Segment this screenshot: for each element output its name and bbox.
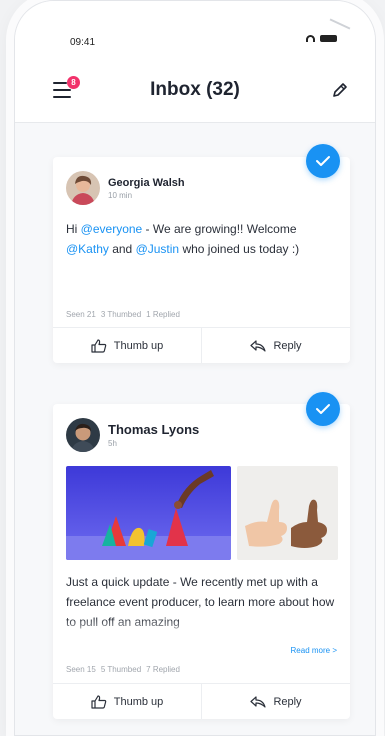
status-bar: 09:41 xyxy=(15,1,375,57)
message-stats: Seen 21 3 Thumbed 1 Replied xyxy=(66,310,180,319)
text-segment: and xyxy=(108,242,136,256)
attachment-image[interactable] xyxy=(66,466,231,560)
wifi-icon xyxy=(306,35,315,42)
mention-link[interactable]: @Kathy xyxy=(66,242,109,256)
thumb-up-label: Thumb up xyxy=(113,695,164,708)
frame-edge xyxy=(329,18,351,30)
seen-count: Seen 15 xyxy=(66,665,96,674)
attachment-image[interactable] xyxy=(237,466,338,560)
text-fade xyxy=(53,618,350,640)
reply-label: Reply xyxy=(273,339,302,352)
thumb-up-label: Thumb up xyxy=(113,339,164,352)
thumbed-count: 5 Thumbed xyxy=(100,665,142,674)
message-card: Georgia Walsh 10 min Hi @everyone - We a… xyxy=(53,157,350,363)
thumb-up-button[interactable]: Thumb up xyxy=(53,684,201,719)
replied-count: 7 Replied xyxy=(146,665,180,674)
status-time: 09:41 xyxy=(70,37,96,48)
status-icons xyxy=(306,35,337,42)
author-name[interactable]: Georgia Walsh xyxy=(108,177,185,189)
mention-link[interactable]: @Justin xyxy=(136,242,180,256)
edit-pencil-icon xyxy=(333,83,347,97)
message-text: Hi @everyone - We are growing!! Welcome … xyxy=(66,219,338,259)
reply-label: Reply xyxy=(273,695,302,708)
top-nav: 8 Inbox (32) xyxy=(15,57,375,123)
author-name[interactable]: Thomas Lyons xyxy=(108,422,199,437)
check-icon xyxy=(316,156,330,166)
text-segment: Hi xyxy=(66,222,81,236)
phone-frame: 09:41 8 Inbox (32) Georgia Walsh 10 min … xyxy=(14,0,376,736)
reply-button[interactable]: Reply xyxy=(201,684,350,719)
seen-count: Seen 21 xyxy=(66,310,96,319)
action-bar: Thumb up Reply xyxy=(53,683,350,719)
avatar[interactable] xyxy=(66,418,100,452)
thumb-up-icon xyxy=(91,338,107,353)
avatar[interactable] xyxy=(66,171,100,205)
edit-button[interactable] xyxy=(329,79,351,101)
author-block: Georgia Walsh 10 min xyxy=(66,171,185,205)
action-bar: Thumb up Reply xyxy=(53,327,350,363)
reply-icon xyxy=(250,695,267,708)
thumb-up-icon xyxy=(91,694,107,709)
attachment-images xyxy=(66,466,338,560)
thumb-up-button[interactable]: Thumb up xyxy=(53,328,201,363)
author-block: Thomas Lyons 5h xyxy=(66,418,199,452)
reply-button[interactable]: Reply xyxy=(201,328,350,363)
text-segment: who joined us today :) xyxy=(179,242,300,256)
read-more-link[interactable]: Read more > xyxy=(291,646,337,655)
mention-link[interactable]: @everyone xyxy=(81,222,143,236)
reply-icon xyxy=(250,339,267,352)
post-time: 5h xyxy=(108,439,117,448)
check-icon xyxy=(316,404,330,414)
replied-count: 1 Replied xyxy=(146,310,180,319)
message-card: Thomas Lyons 5h Just a quick update - We… xyxy=(53,404,350,719)
message-stats: Seen 15 5 Thumbed 7 Replied xyxy=(66,665,180,674)
thumbed-count: 3 Thumbed xyxy=(100,310,142,319)
post-time: 10 min xyxy=(108,190,133,200)
page-title: Inbox (32) xyxy=(150,79,240,100)
select-checkbox[interactable] xyxy=(306,144,340,178)
select-checkbox[interactable] xyxy=(306,392,340,426)
battery-icon xyxy=(320,35,337,42)
text-segment: - We are growing!! Welcome xyxy=(142,222,297,236)
